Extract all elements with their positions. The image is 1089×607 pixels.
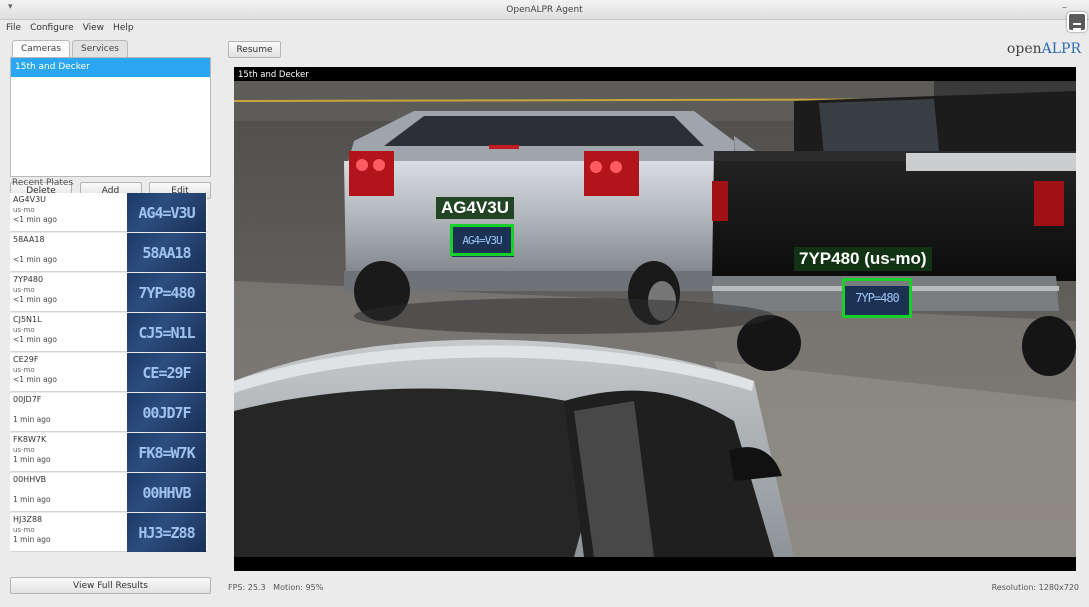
plate-time: 1 min ago [13, 535, 51, 544]
left-panel: Cameras Services 15th and Decker Delete … [8, 40, 214, 600]
plate-number: CJ5N1L [13, 315, 42, 324]
plate-thumbnail: HJ3=Z88 [127, 513, 206, 552]
plate-text-7yp480: 7YP=480 [855, 291, 900, 305]
plate-time: 1 min ago [13, 495, 51, 504]
plate-info: 58AA18 <1 min ago [10, 233, 127, 271]
plate-thumbnail: CJ5=N1L [127, 313, 206, 352]
recent-plate-row[interactable]: AG4V3U us-mo <1 min ago AG4=V3U [10, 193, 207, 232]
plate-time: <1 min ago [13, 215, 57, 224]
camera-list: 15th and Decker [10, 57, 211, 177]
recent-plate-row[interactable]: 00JD7F 1 min ago 00JD7F [10, 393, 207, 432]
video-feed[interactable]: 15th and Decker AG4V3U AG4=V3U 7YP480 (u… [234, 67, 1076, 571]
plate-region: us-mo [13, 526, 35, 534]
plate-number: FK8W7K [13, 435, 47, 444]
fps-motion-status: FPS: 25.3 Motion: 95% [228, 583, 324, 592]
window-title: OpenALPR Agent [506, 4, 583, 15]
camera-item-15th-and-decker[interactable]: 15th and Decker [11, 58, 210, 77]
logo-alpr: ALPR [1041, 41, 1081, 57]
plate-info: 00HHVB 1 min ago [10, 473, 127, 511]
menu-help[interactable]: Help [113, 23, 134, 33]
plate-thumbnail: 58AA18 [127, 233, 206, 272]
recent-plate-row[interactable]: FK8W7K us-mo 1 min ago FK8=W7K [10, 433, 207, 472]
video-camera-label: 15th and Decker [238, 70, 309, 80]
resolution-status: Resolution: 1280x720 [991, 583, 1079, 592]
street-scene [234, 81, 1076, 557]
plate-info: AG4V3U us-mo <1 min ago [10, 193, 127, 231]
menu-configure[interactable]: Configure [30, 23, 74, 33]
menubar: File Configure View Help [0, 20, 1089, 36]
plate-number: 58AA18 [13, 235, 45, 244]
view-full-results-button[interactable]: View Full Results [10, 577, 211, 594]
plate-number: 00JD7F [13, 395, 42, 404]
tab-cameras[interactable]: Cameras [12, 40, 71, 57]
plate-number: 7YP480 [13, 275, 44, 284]
video-top-bar [234, 67, 1076, 81]
minimize-icon[interactable]: – [1062, 2, 1067, 13]
plate-region [13, 485, 124, 495]
recent-plate-row[interactable]: CE29F us-mo <1 min ago CE=29F [10, 353, 207, 392]
recent-plate-row[interactable]: 7YP480 us-mo <1 min ago 7YP=480 [10, 273, 207, 312]
plate-number: HJ3Z88 [13, 515, 43, 524]
plate-thumbnail: FK8=W7K [127, 433, 206, 472]
plate-info: 00JD7F 1 min ago [10, 393, 127, 431]
detection-label-7yp480: 7YP480 (us-mo) [794, 247, 932, 271]
plate-text-ag4v3u: AG4=V3U [462, 233, 502, 247]
menu-view[interactable]: View [83, 23, 104, 33]
detection-label-ag4v3u: AG4V3U [436, 197, 515, 219]
menu-file[interactable]: File [6, 23, 21, 33]
plate-info: CE29F us-mo <1 min ago [10, 353, 127, 391]
plate-thumbnail: CE=29F [127, 353, 206, 392]
plate-region: us-mo [13, 206, 35, 214]
plate-time: 1 min ago [13, 455, 51, 464]
plate-thumbnail: AG4=V3U [127, 193, 206, 232]
window-menu-icon[interactable]: ▾ [8, 2, 13, 12]
plate-time: <1 min ago [13, 295, 57, 304]
window-titlebar: ▾ OpenALPR Agent – [0, 0, 1089, 32]
plate-info: CJ5N1L us-mo <1 min ago [10, 313, 127, 351]
plate-number: CE29F [13, 355, 39, 364]
plate-region: us-mo [13, 286, 35, 294]
detection-box-ag4v3u: AG4=V3U [450, 224, 514, 256]
recent-plate-row[interactable]: CJ5N1L us-mo <1 min ago CJ5=N1L [10, 313, 207, 352]
logo-pen: pen [1015, 41, 1042, 57]
plate-info: HJ3Z88 us-mo 1 min ago [10, 513, 127, 551]
plate-time: 1 min ago [13, 415, 51, 424]
recent-plate-row[interactable]: HJ3Z88 us-mo 1 min ago HJ3=Z88 [10, 513, 207, 552]
plate-thumbnail: 00JD7F [127, 393, 206, 432]
plate-region [13, 245, 124, 255]
plate-thumbnail: 00HHVB [127, 473, 206, 512]
plate-number: AG4V3U [13, 195, 47, 204]
openalpr-logo: openALPR [1007, 41, 1081, 57]
plate-time: <1 min ago [13, 255, 57, 264]
plate-info: 7YP480 us-mo <1 min ago [10, 273, 127, 311]
plate-region: us-mo [13, 366, 35, 374]
tab-services[interactable]: Services [72, 40, 128, 57]
detection-box-7yp480: 7YP=480 [842, 278, 912, 318]
plate-region [13, 405, 124, 415]
video-bottom-bar [234, 557, 1076, 571]
plate-region: us-mo [13, 446, 35, 454]
plate-region: us-mo [13, 326, 35, 334]
plate-time: <1 min ago [13, 335, 57, 344]
recent-plates-label: Recent Plates [12, 178, 74, 188]
recent-plate-row[interactable]: 58AA18 <1 min ago 58AA18 [10, 233, 207, 272]
plate-number: 00HHVB [13, 475, 47, 484]
plate-thumbnail: 7YP=480 [127, 273, 206, 312]
plate-time: <1 min ago [13, 375, 57, 384]
resume-button[interactable]: Resume [228, 41, 281, 58]
tab-bar: Cameras Services [8, 40, 214, 57]
recent-plate-row[interactable]: 00HHVB 1 min ago 00HHVB [10, 473, 207, 512]
plate-info: FK8W7K us-mo 1 min ago [10, 433, 127, 471]
